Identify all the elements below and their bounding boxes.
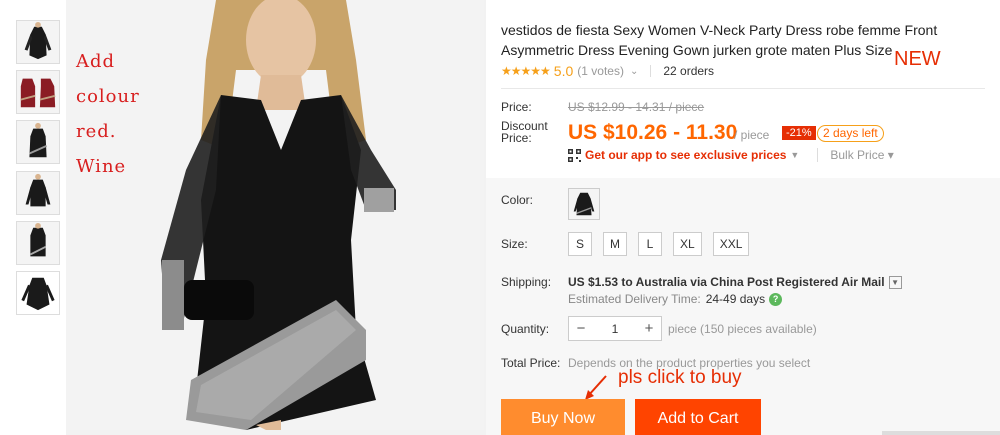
- star-rating-icon: ★★★★★: [501, 64, 551, 78]
- shipping-text[interactable]: US $1.53 to Australia via China Post Reg…: [568, 275, 885, 289]
- qr-code-icon: [568, 148, 581, 162]
- original-price: US $12.99 - 14.31 / piece: [568, 100, 705, 114]
- shipping-method[interactable]: US $1.53 to Australia via China Post Reg…: [568, 275, 902, 289]
- size-option-l[interactable]: L: [638, 232, 662, 256]
- help-icon[interactable]: ?: [769, 292, 783, 306]
- delivery-label: Estimated Delivery Time:: [568, 292, 701, 306]
- app-exclusive-link[interactable]: Get our app to see exclusive prices: [585, 148, 786, 162]
- chevron-down-icon[interactable]: ▼: [790, 150, 799, 160]
- minus-icon[interactable]: −: [569, 320, 593, 337]
- days-left-badge: 2 days left: [817, 125, 884, 142]
- product-page: Add colour red. Wine vestidos de fiesta …: [0, 0, 1000, 435]
- orders-count: 22 orders: [663, 64, 715, 78]
- divider: [501, 88, 985, 89]
- thumbnail-2[interactable]: [16, 70, 60, 114]
- seller-note-line-3: red.: [76, 121, 117, 142]
- seller-note-line-4: Wine: [76, 156, 127, 177]
- plus-icon[interactable]: +: [637, 320, 661, 337]
- options-section: [486, 178, 1000, 435]
- delivery-time: 24-49 days: [705, 292, 766, 306]
- discount-price-label: Discount Price:: [501, 120, 548, 144]
- shipping-label: Shipping:: [501, 275, 552, 289]
- per-piece-unit: / piece: [734, 128, 770, 142]
- rating-row: ★★★★★ 5.0 (1 votes) ⌄ 22 orders: [501, 63, 714, 79]
- size-option-m[interactable]: M: [603, 232, 627, 256]
- size-options: S M L XL XXL: [568, 232, 750, 256]
- thumbnail-6[interactable]: [16, 271, 60, 315]
- thumbnail-strip: [0, 0, 66, 435]
- color-option-black[interactable]: [568, 188, 600, 220]
- price-label: Price:: [501, 100, 532, 114]
- rating-score: 5.0: [553, 63, 574, 79]
- discount-price: US $10.26 - 11.30: [568, 121, 738, 144]
- quantity-available: piece (150 pieces available): [668, 322, 817, 336]
- chevron-down-icon[interactable]: ⌄: [630, 66, 638, 77]
- quantity-stepper: − 1 +: [568, 316, 662, 341]
- rating-votes[interactable]: (1 votes): [577, 64, 624, 78]
- product-info-panel: vestidos de fiesta Sexy Women V-Neck Par…: [486, 0, 1000, 435]
- thumbnail-1[interactable]: [16, 20, 60, 64]
- thumbnail-5[interactable]: [16, 221, 60, 265]
- buy-now-button[interactable]: Buy Now: [501, 399, 625, 435]
- seller-note: Add colour red. Wine: [76, 44, 166, 184]
- discount-label-line-2: Price:: [501, 131, 532, 145]
- seller-note-line-1: Add: [76, 51, 116, 72]
- new-tag: NEW: [894, 48, 941, 70]
- size-option-xl[interactable]: XL: [673, 232, 702, 256]
- size-option-xxl[interactable]: XXL: [712, 232, 750, 256]
- discount-badge: -21%: [782, 126, 816, 140]
- bulk-price-link[interactable]: Bulk Price ▾: [817, 148, 894, 162]
- size-label: Size:: [501, 237, 528, 251]
- arrow-icon: [585, 375, 607, 400]
- divider: [650, 65, 652, 77]
- quantity-input[interactable]: 1: [593, 322, 637, 336]
- delivery-time-row: Estimated Delivery Time: 24-49 days ?: [568, 292, 783, 306]
- click-to-buy-note: pls click to buy: [618, 367, 742, 388]
- thumbnail-4[interactable]: [16, 171, 60, 215]
- wishlist-bar[interactable]: [882, 431, 1000, 435]
- chevron-down-icon[interactable]: ▼: [888, 275, 902, 289]
- size-option-s[interactable]: S: [568, 232, 592, 256]
- thumbnail-3[interactable]: [16, 120, 60, 164]
- product-title: vestidos de fiesta Sexy Women V-Neck Par…: [501, 22, 938, 58]
- quantity-label: Quantity:: [501, 322, 550, 336]
- total-price-label: Total Price:: [501, 356, 561, 370]
- add-to-cart-button[interactable]: Add to Cart: [635, 399, 761, 435]
- color-label: Color:: [501, 193, 534, 207]
- seller-note-line-2: colour: [76, 86, 140, 107]
- app-price-row: Get our app to see exclusive prices ▼ Bu…: [568, 148, 894, 162]
